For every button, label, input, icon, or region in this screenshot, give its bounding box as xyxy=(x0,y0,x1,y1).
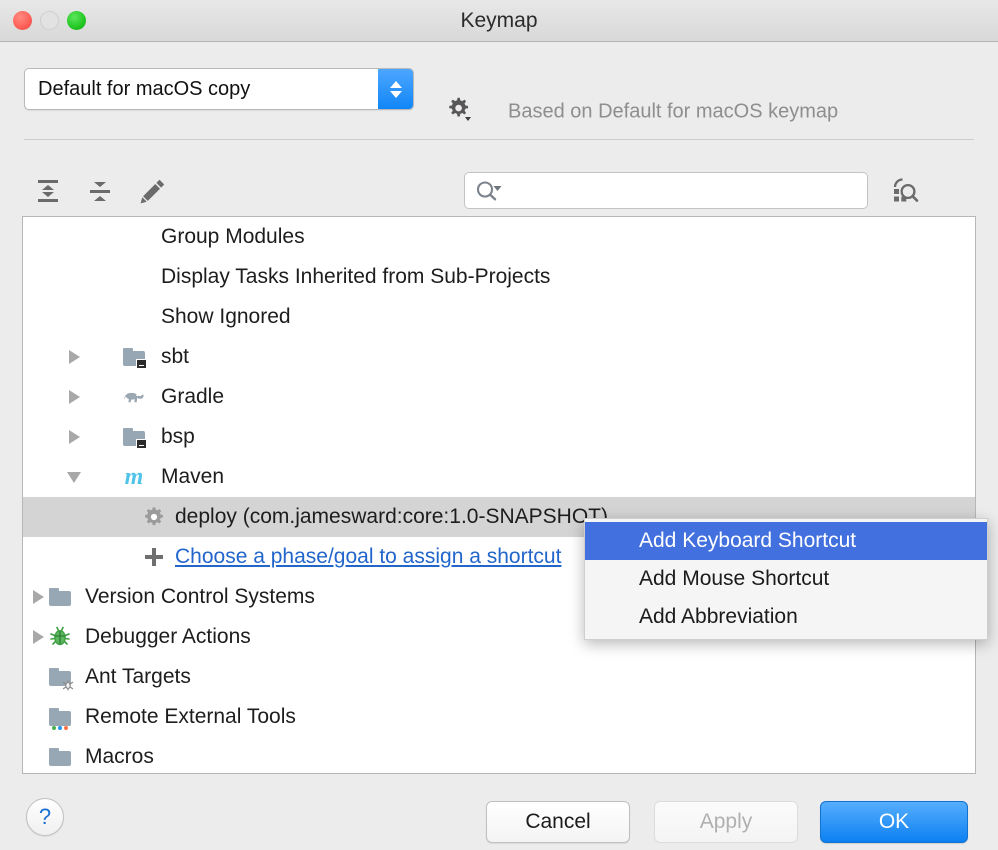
apply-button[interactable]: Apply xyxy=(654,801,798,843)
header-divider xyxy=(24,139,974,140)
folder-icon xyxy=(47,577,73,617)
ok-button[interactable]: OK xyxy=(820,801,968,843)
search-field[interactable] xyxy=(464,172,868,209)
search-input[interactable] xyxy=(511,173,863,210)
tree-row-label: Show Ignored xyxy=(161,305,291,329)
chevron-updown-icon[interactable] xyxy=(378,69,413,109)
folder-icon xyxy=(47,737,73,774)
maven-m-icon: m xyxy=(121,457,147,497)
chevron-right-icon[interactable] xyxy=(63,337,85,377)
tree-row-label: Remote External Tools xyxy=(85,705,296,729)
tree-row-link[interactable]: Choose a phase/goal to assign a shortcut xyxy=(175,545,561,569)
chevron-down-icon[interactable] xyxy=(63,457,85,497)
keymap-selector-row: Default for macOS copy Based on Default … xyxy=(0,42,998,137)
folder-tools-icon xyxy=(47,697,73,737)
gear-action-icon xyxy=(141,497,167,537)
tree-row[interactable]: Show Ignored xyxy=(23,297,975,337)
gradle-elephant-icon xyxy=(121,377,147,417)
chevron-right-icon[interactable] xyxy=(27,577,49,617)
tree-row-label: deploy (com.jamesward:core:1.0-SNAPSHOT) xyxy=(175,505,608,529)
tree-row[interactable]: m Maven xyxy=(23,457,975,497)
tree-row[interactable]: Group Modules xyxy=(23,217,975,257)
tree-row-label: Ant Targets xyxy=(85,665,191,689)
chevron-right-icon[interactable] xyxy=(63,417,85,457)
tree-row-label: Version Control Systems xyxy=(85,585,315,609)
title-bar: Keymap xyxy=(0,0,998,42)
keymap-select-value: Default for macOS copy xyxy=(38,69,250,109)
tree-row[interactable]: Remote External Tools xyxy=(23,697,975,737)
tree-row-label: Display Tasks Inherited from Sub-Project… xyxy=(161,265,550,289)
chevron-right-icon[interactable] xyxy=(63,377,85,417)
bug-icon xyxy=(47,617,73,657)
tree-row-label: Debugger Actions xyxy=(85,625,251,649)
collapse-all-icon[interactable] xyxy=(81,172,119,210)
tree-row[interactable]: bsp xyxy=(23,417,975,457)
tree-row-label: Gradle xyxy=(161,385,224,409)
keymap-select[interactable]: Default for macOS copy xyxy=(24,68,414,110)
tree-row-label: Group Modules xyxy=(161,225,305,249)
folder-console-icon xyxy=(121,417,147,457)
keymap-actions-tree[interactable]: Group Modules Display Tasks Inherited fro… xyxy=(22,216,976,774)
gear-dropdown-icon[interactable] xyxy=(443,95,473,130)
cancel-button[interactable]: Cancel xyxy=(486,801,630,843)
pencil-edit-icon[interactable] xyxy=(134,172,172,210)
tree-row[interactable]: Display Tasks Inherited from Sub-Project… xyxy=(23,257,975,297)
expand-all-icon[interactable] xyxy=(29,172,67,210)
tree-row-label: bsp xyxy=(161,425,195,449)
window-title: Keymap xyxy=(0,0,998,42)
menu-item-add-keyboard-shortcut[interactable]: Add Keyboard Shortcut xyxy=(585,522,987,560)
tree-row-label: sbt xyxy=(161,345,189,369)
tree-row-label: Maven xyxy=(161,465,224,489)
folder-console-icon xyxy=(121,337,147,377)
help-button[interactable]: ? xyxy=(26,798,64,836)
find-by-shortcut-icon[interactable] xyxy=(886,172,924,210)
menu-item-add-mouse-shortcut[interactable]: Add Mouse Shortcut xyxy=(585,560,987,598)
plus-icon xyxy=(141,537,167,577)
folder-ant-icon xyxy=(47,657,73,697)
based-on-label: Based on Default for macOS keymap xyxy=(508,101,838,124)
tree-row[interactable]: Ant Targets xyxy=(23,657,975,697)
search-icon[interactable] xyxy=(474,179,504,208)
chevron-right-icon[interactable] xyxy=(27,617,49,657)
tree-row[interactable]: Macros xyxy=(23,737,975,774)
tree-row-label: Macros xyxy=(85,745,154,769)
tree-row[interactable]: Gradle xyxy=(23,377,975,417)
menu-item-add-abbreviation[interactable]: Add Abbreviation xyxy=(585,598,987,636)
context-menu[interactable]: Add Keyboard Shortcut Add Mouse Shortcut… xyxy=(584,518,988,640)
tree-row[interactable]: sbt xyxy=(23,337,975,377)
